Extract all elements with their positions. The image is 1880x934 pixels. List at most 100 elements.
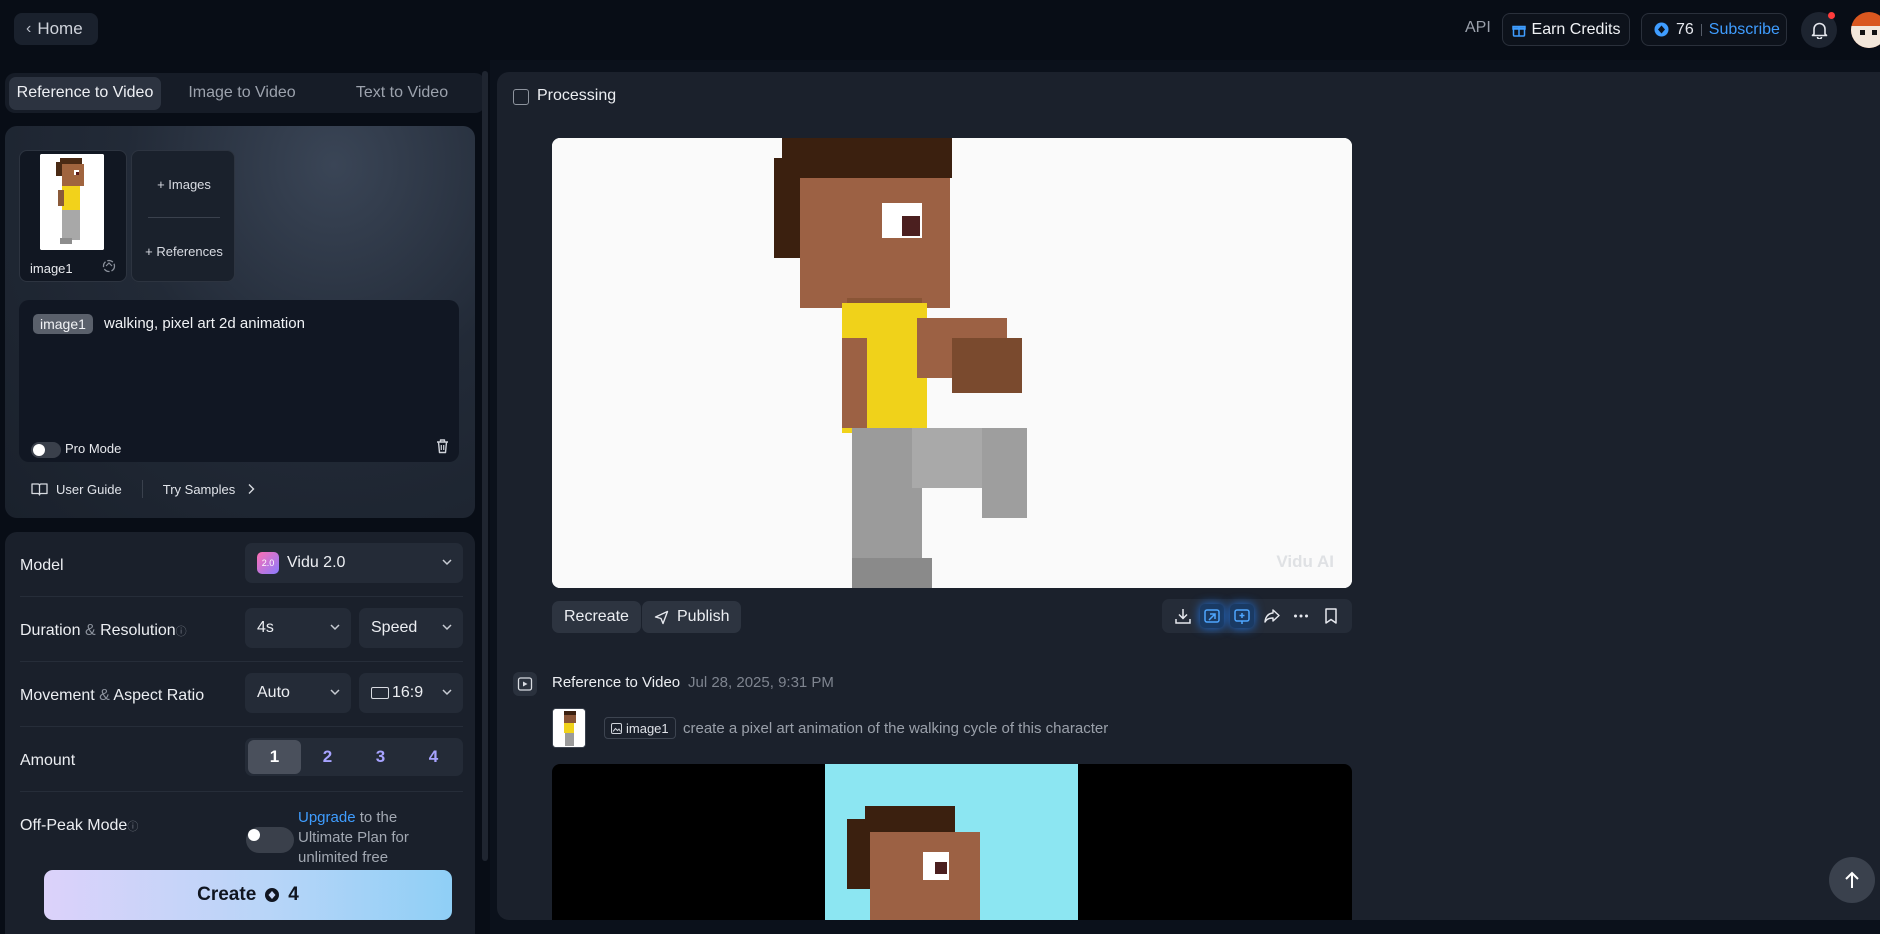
aspect-ratio-value: 16:9 [392, 684, 424, 701]
vidu-logo-icon: 2.0 [257, 552, 279, 574]
more-icon[interactable] [1289, 604, 1313, 628]
bell-icon [1811, 21, 1828, 39]
create-label: Create [197, 884, 257, 905]
upscale-icon[interactable] [1230, 604, 1255, 628]
amount-option-4[interactable]: 4 [407, 740, 460, 774]
create-cost: 4 [288, 884, 299, 905]
avatar[interactable] [1851, 12, 1880, 48]
reference-video-icon [513, 672, 537, 696]
api-link[interactable]: API [1465, 19, 1491, 37]
chevron-down-icon [441, 621, 453, 633]
aspect-ratio-select[interactable]: 16:9 [359, 673, 463, 713]
aspect-ratio-label: Aspect Ratio [113, 687, 205, 704]
download-icon[interactable] [1171, 604, 1195, 628]
extend-video-icon[interactable] [1200, 604, 1225, 628]
chevron-down-icon [441, 686, 453, 698]
movement-value: Auto [257, 684, 290, 701]
book-icon [31, 482, 48, 496]
duration-resolution-row: Duration & Resolutionⓘ 4s Speed [20, 597, 463, 662]
results-panel: Processing Vidu AI Recreate Publish Refe… [497, 72, 1880, 920]
divider [141, 480, 143, 498]
earn-credits-label: Earn Credits [1531, 20, 1621, 38]
divider [148, 217, 220, 218]
prompt-input[interactable]: image1 walking, pixel art 2d animation P… [19, 300, 459, 462]
top-bar: ‹ Home API Earn Credits 76 Subscribe [0, 0, 1880, 60]
bookmark-icon[interactable] [1319, 604, 1343, 628]
home-button[interactable]: ‹ Home [14, 13, 98, 45]
tab-reference-to-video[interactable]: Reference to Video [9, 76, 161, 110]
ampersand: & [84, 622, 96, 639]
amount-option-1[interactable]: 1 [248, 740, 301, 774]
add-media-box: + Images + References [131, 150, 235, 282]
image-icon [611, 722, 622, 734]
amount-label: Amount [20, 752, 76, 769]
task-prompt: create a pixel art animation of the walk… [683, 720, 1109, 737]
duration-select[interactable]: 4s [245, 608, 351, 648]
gift-icon [1511, 23, 1526, 37]
off-peak-label: Off-Peak Modeⓘ [20, 817, 138, 835]
task-reference-thumbnail[interactable] [552, 708, 586, 748]
task-image-tag: image1 [604, 717, 676, 739]
video-watermark: Vidu AI [1276, 552, 1334, 571]
tab-image-to-video[interactable]: Image to Video [161, 77, 323, 110]
reference-image-label: image1 [30, 261, 73, 276]
resolution-select[interactable]: Speed [359, 608, 463, 648]
divider [1700, 23, 1702, 36]
prompt-text[interactable]: walking, pixel art 2d animation [104, 314, 305, 334]
movement-aspect-row: Movement & Aspect Ratio Auto 16:9 [20, 662, 463, 727]
scroll-to-top-button[interactable] [1829, 857, 1875, 903]
swap-icon[interactable] [102, 259, 116, 273]
chevron-down-icon [441, 556, 453, 568]
resolution-value: Speed [371, 619, 418, 636]
earn-credits-button[interactable]: Earn Credits [1502, 13, 1630, 46]
chevron-right-icon [247, 483, 255, 495]
duration-resolution-label: Duration & Resolutionⓘ [20, 622, 187, 640]
processing-checkbox[interactable] [513, 89, 529, 105]
generated-video[interactable]: Vidu AI [552, 138, 1352, 588]
movement-label: Movement [20, 687, 95, 704]
recreate-button[interactable]: Recreate [552, 601, 641, 633]
info-icon[interactable]: ⓘ [176, 626, 187, 638]
input-card: image1 + Images + References image1 walk… [5, 126, 475, 518]
duration-value: 4s [257, 619, 274, 636]
prompt-image-tag[interactable]: image1 [33, 314, 93, 334]
pro-mode-toggle[interactable] [31, 442, 61, 458]
arrow-up-icon [1843, 870, 1861, 890]
subscribe-link[interactable]: Subscribe [1709, 21, 1780, 39]
reference-image-thumbnail[interactable]: image1 [19, 150, 127, 282]
add-images-button[interactable]: + Images [132, 177, 236, 192]
movement-select[interactable]: Auto [245, 673, 351, 713]
model-row: Model 2.0 Vidu 2.0 [20, 532, 463, 597]
movement-aspect-label: Movement & Aspect Ratio [20, 687, 204, 705]
task-date: Jul 28, 2025, 9:31 PM [688, 674, 834, 691]
credit-count: 76 [1676, 20, 1694, 38]
amount-option-3[interactable]: 3 [354, 740, 407, 774]
publish-label: Publish [677, 608, 730, 625]
tab-text-to-video[interactable]: Text to Video [323, 77, 481, 110]
video-actions-bar [1162, 599, 1352, 633]
credits-box: 76 Subscribe [1641, 13, 1787, 46]
model-value: Vidu 2.0 [287, 554, 346, 571]
info-icon[interactable]: ⓘ [127, 821, 138, 833]
credit-coin-icon [1654, 22, 1669, 37]
trash-icon[interactable] [435, 438, 450, 454]
user-guide-link[interactable]: User Guide [56, 482, 122, 497]
left-scrollbar[interactable] [482, 71, 488, 861]
upgrade-link[interactable]: Upgrade [298, 809, 356, 826]
left-panel: Reference to Video Image to Video Text t… [0, 60, 490, 934]
model-label: Model [20, 557, 64, 574]
publish-button[interactable]: Publish [642, 601, 742, 633]
try-samples-link[interactable]: Try Samples [163, 482, 235, 497]
chevron-left-icon: ‹ [26, 20, 32, 37]
model-select[interactable]: 2.0 Vidu 2.0 [245, 543, 463, 583]
aspect-ratio-icon [371, 687, 389, 699]
generated-video-2[interactable] [552, 764, 1352, 920]
processing-label: Processing [537, 87, 617, 104]
mode-tabs: Reference to Video Image to Video Text t… [5, 73, 485, 113]
add-references-button[interactable]: + References [132, 244, 236, 259]
off-peak-toggle[interactable] [246, 827, 294, 853]
create-button[interactable]: Create 4 [44, 870, 452, 920]
share-icon[interactable] [1260, 604, 1284, 628]
amount-option-2[interactable]: 2 [301, 740, 354, 774]
chevron-down-icon [329, 621, 341, 633]
